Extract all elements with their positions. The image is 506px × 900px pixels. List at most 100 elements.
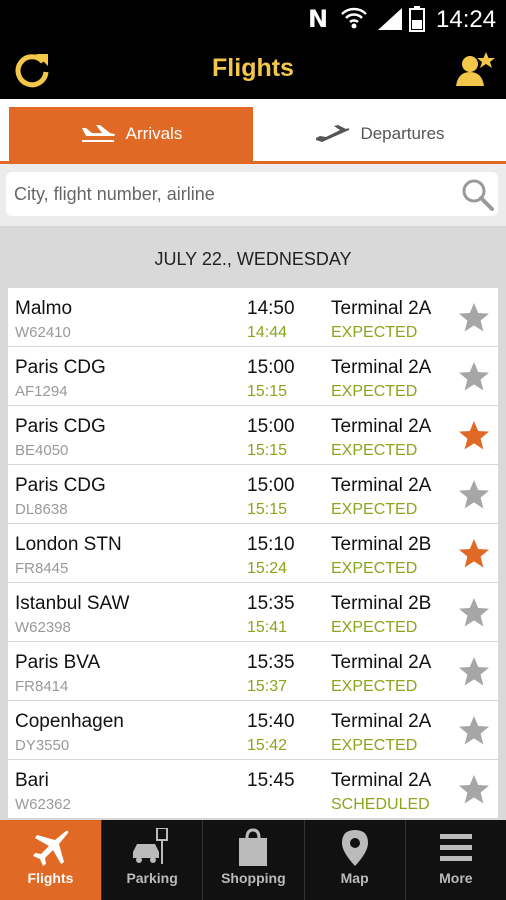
star-icon[interactable] [458, 774, 490, 806]
menu-icon [439, 834, 472, 861]
star-filled-icon[interactable] [458, 420, 490, 452]
flight-city: Malmo [15, 298, 73, 319]
actual-time: 15:15 [247, 501, 288, 518]
flight-status: EXPECTED [331, 501, 418, 518]
actual-time: 15:24 [247, 560, 288, 577]
search-input[interactable] [14, 172, 454, 216]
flight-status: EXPECTED [331, 619, 418, 636]
flight-city: Paris CDG [15, 475, 106, 496]
terminal: Terminal 2A [331, 711, 432, 732]
scheduled-time: 14:50 [247, 298, 295, 319]
page-title: Flights [212, 54, 294, 82]
flight-number: DL8638 [15, 501, 68, 518]
signal-icon [378, 8, 402, 30]
scheduled-time: 15:35 [247, 593, 295, 614]
tab-departures-label: Departures [360, 124, 445, 143]
terminal: Terminal 2A [331, 357, 432, 378]
terminal: Terminal 2A [331, 298, 432, 319]
flight-number: W62410 [15, 324, 71, 341]
star-icon[interactable] [458, 597, 490, 629]
flight-number: DY3550 [15, 737, 70, 754]
tab-departures[interactable]: Departures [253, 107, 506, 161]
nav-parking[interactable]: Parking [102, 820, 204, 900]
star-icon[interactable] [458, 302, 490, 334]
nav-map-label: Map [340, 870, 369, 886]
battery-icon [409, 6, 425, 32]
terminal: Terminal 2A [331, 770, 432, 791]
flight-row[interactable]: London STN FR8445 15:10 15:24 Terminal 2B EXP… [8, 524, 498, 583]
flight-status: EXPECTED [331, 560, 418, 577]
scheduled-time: 15:10 [247, 534, 295, 555]
flight-city: Paris BVA [15, 652, 101, 673]
bottom-nav: Flights Parking Shopping Map More [0, 820, 506, 900]
terminal: Terminal 2B [331, 534, 432, 555]
nav-parking-label: Parking [126, 870, 178, 886]
terminal: Terminal 2A [331, 416, 432, 437]
scheduled-time: 15:00 [247, 357, 295, 378]
scheduled-time: 15:40 [247, 711, 295, 732]
star-filled-icon[interactable] [458, 538, 490, 570]
flight-status: EXPECTED [331, 678, 418, 695]
plane-icon [32, 830, 68, 866]
flight-city: Paris CDG [15, 357, 106, 378]
flight-number: FR8414 [15, 678, 69, 695]
flight-row[interactable]: Paris BVA FR8414 15:35 15:37 Terminal 2A EXPE… [8, 642, 498, 701]
flight-row[interactable]: Paris CDG DL8638 15:00 15:15 Terminal 2A EXPE… [8, 465, 498, 524]
actual-time: 15:15 [247, 383, 288, 400]
clock: 14:24 [436, 6, 497, 33]
flight-number: AF1294 [15, 383, 68, 400]
scheduled-time: 15:00 [247, 475, 295, 496]
flight-number: W62362 [15, 796, 71, 813]
tab-arrivals-label: Arrivals [125, 124, 183, 143]
actual-time: 15:42 [247, 737, 288, 754]
flight-city: Copenhagen [15, 711, 124, 732]
flight-number: BE4050 [15, 442, 69, 459]
actual-time: 15:41 [247, 619, 288, 636]
actual-time: 15:37 [247, 678, 288, 695]
flight-city: Istanbul SAW [15, 593, 130, 614]
scheduled-time: 15:00 [247, 416, 295, 437]
star-icon[interactable] [458, 656, 490, 688]
search-bar [0, 164, 506, 226]
flight-city: London STN [15, 534, 122, 555]
flight-status: SCHEDULED [331, 796, 430, 813]
flight-row[interactable]: Istanbul SAW W62398 15:35 15:41 Terminal 2B E… [8, 583, 498, 642]
actual-time: 15:15 [247, 442, 288, 459]
date-header: JULY 22., WEDNESDAY [0, 226, 506, 288]
favorite-user-icon[interactable] [456, 50, 496, 88]
star-icon[interactable] [458, 715, 490, 747]
nav-flights[interactable]: Flights [0, 820, 102, 900]
tab-arrivals[interactable]: Arrivals [9, 107, 253, 161]
terminal: Terminal 2A [331, 475, 432, 496]
flight-status: EXPECTED [331, 383, 418, 400]
arrivals-plane-icon [81, 125, 115, 142]
star-icon[interactable] [458, 479, 490, 511]
flight-status: EXPECTED [331, 324, 418, 341]
terminal: Terminal 2B [331, 593, 432, 614]
nav-flights-label: Flights [27, 870, 74, 886]
flight-city: Bari [15, 770, 49, 791]
flight-status: EXPECTED [331, 737, 418, 754]
flight-row[interactable]: Bari W62362 15:45 Terminal 2A SCHEDULED [8, 760, 498, 819]
terminal: Terminal 2A [331, 652, 432, 673]
flight-list: Malmo W62410 14:50 14:44 Terminal 2A EXPECTED… [8, 288, 498, 819]
wifi-icon [341, 7, 367, 29]
nav-more[interactable]: More [406, 820, 506, 900]
flight-row[interactable]: Copenhagen DY3550 15:40 15:42 Terminal 2A EXP… [8, 701, 498, 760]
flight-number: W62398 [15, 619, 71, 636]
search-box [6, 172, 498, 216]
nfc-icon: N [308, 5, 329, 33]
parking-icon [133, 828, 169, 864]
scheduled-time: 15:45 [247, 770, 295, 791]
flight-status: EXPECTED [331, 442, 418, 459]
flight-row[interactable]: Malmo W62410 14:50 14:44 Terminal 2A EXPECTED [8, 288, 498, 347]
nav-shopping[interactable]: Shopping [203, 820, 305, 900]
search-icon[interactable] [461, 178, 495, 212]
flight-row[interactable]: Paris CDG AF1294 15:00 15:15 Terminal 2A EXPE… [8, 347, 498, 406]
flight-row[interactable]: Paris CDG BE4050 15:00 15:15 Terminal 2A EXPE… [8, 406, 498, 465]
nav-map[interactable]: Map [305, 820, 406, 900]
nav-shopping-label: Shopping [221, 870, 286, 886]
app-bar: Flights [0, 38, 506, 99]
star-icon[interactable] [458, 361, 490, 393]
flight-number: FR8445 [15, 560, 69, 577]
